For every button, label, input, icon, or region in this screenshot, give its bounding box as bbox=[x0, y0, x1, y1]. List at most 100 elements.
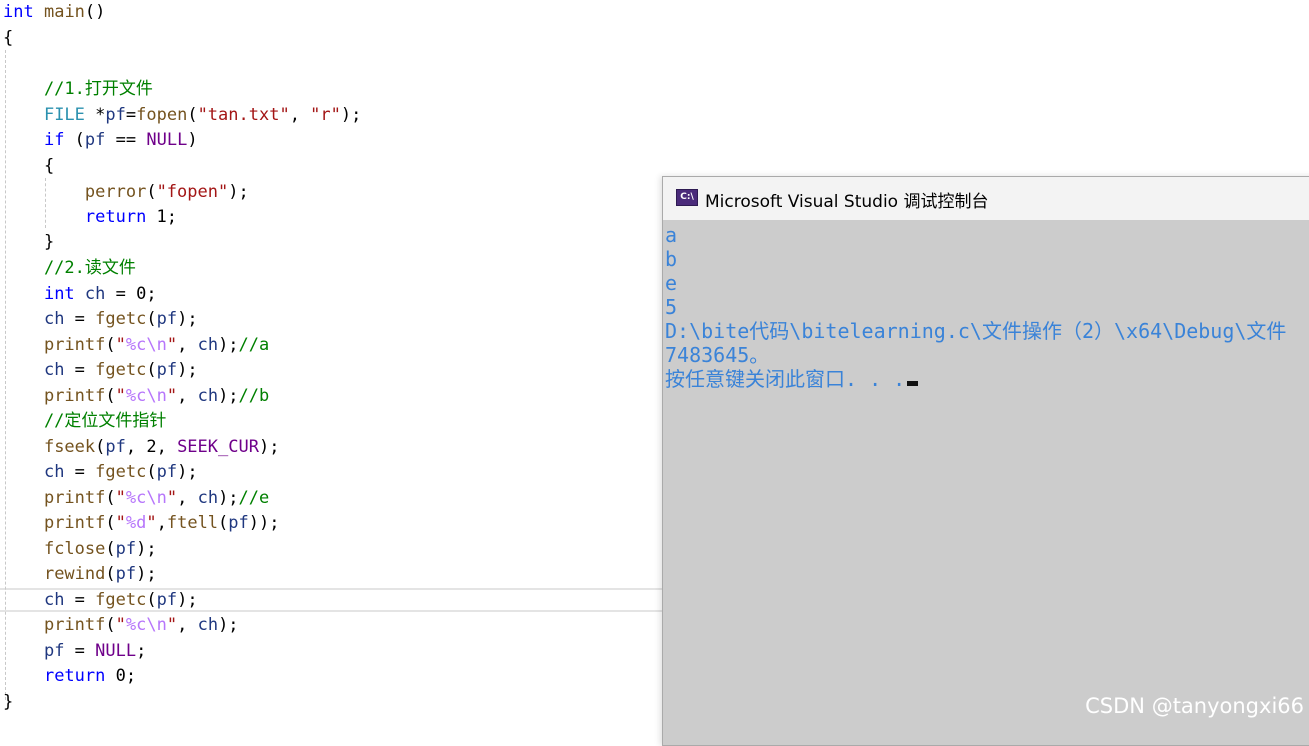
code-line: FILE *pf=fopen("tan.txt", "r"); bbox=[3, 103, 1309, 128]
code-token: ch bbox=[43, 309, 65, 329]
code-token: printf bbox=[43, 488, 106, 508]
code-line: //1.打开文件 bbox=[3, 77, 1309, 102]
code-token: //1.打开文件 bbox=[3, 79, 153, 99]
code-token: SEEK_CUR bbox=[177, 437, 259, 457]
console-output-line: D:\bite代码\bitelearning.c\文件操作（2）\x64\Deb… bbox=[665, 319, 1287, 343]
code-token: %c bbox=[125, 335, 147, 355]
code-token: ( bbox=[146, 309, 157, 329]
code-token: \n bbox=[146, 615, 167, 635]
code-token: //b bbox=[238, 386, 270, 406]
code-token: ); bbox=[177, 360, 198, 380]
code-token: rewind bbox=[43, 564, 106, 584]
code-token: ( bbox=[105, 335, 116, 355]
code-token: ); bbox=[136, 539, 157, 559]
code-token: int bbox=[3, 2, 34, 22]
code-token: = bbox=[125, 105, 137, 125]
code-token: ) bbox=[187, 130, 198, 150]
console-prompt-line: 按任意键关闭此窗口. . . bbox=[665, 367, 1309, 391]
code-token: main bbox=[43, 2, 85, 22]
code-token: \n bbox=[146, 335, 167, 355]
code-token: = bbox=[64, 641, 96, 661]
code-token: pf bbox=[115, 539, 137, 559]
code-token: ); bbox=[177, 309, 198, 329]
code-token: , bbox=[177, 386, 198, 406]
code-token: ( bbox=[187, 105, 198, 125]
code-token: if bbox=[43, 130, 65, 150]
code-line: { bbox=[3, 26, 1309, 51]
code-token: , bbox=[289, 105, 311, 125]
code-token: " bbox=[115, 513, 126, 533]
code-token: //定位文件指针 bbox=[3, 411, 167, 431]
code-token: "r" bbox=[310, 105, 341, 125]
code-token: 1; bbox=[146, 207, 178, 227]
code-token: //e bbox=[238, 488, 270, 508]
code-token: " bbox=[115, 335, 126, 355]
code-token: , 2, bbox=[125, 437, 178, 457]
code-token: " bbox=[115, 488, 126, 508]
code-token: %c bbox=[125, 488, 147, 508]
code-token: ch bbox=[43, 462, 65, 482]
code-token: ( bbox=[146, 182, 157, 202]
code-token: " bbox=[166, 615, 178, 635]
code-token: fopen bbox=[136, 105, 188, 125]
code-token: fgetc bbox=[95, 590, 147, 610]
console-prompt-text: 按任意键关闭此窗口. . . bbox=[665, 367, 906, 391]
console-titlebar[interactable]: C:\ Microsoft Visual Studio 调试控制台 bbox=[663, 177, 1309, 220]
code-token: ( bbox=[146, 462, 157, 482]
code-token: ( bbox=[105, 539, 116, 559]
code-token: } bbox=[3, 692, 14, 712]
code-token: pf bbox=[156, 462, 178, 482]
code-token: ch bbox=[84, 284, 106, 304]
code-token: ch bbox=[43, 360, 65, 380]
code-token: ch bbox=[197, 615, 219, 635]
code-token: , bbox=[177, 335, 198, 355]
code-token: pf bbox=[105, 105, 126, 125]
code-token: { bbox=[3, 156, 55, 176]
code-token: "tan.txt" bbox=[197, 105, 290, 125]
code-token: )); bbox=[248, 513, 280, 533]
code-token: %c bbox=[125, 615, 147, 635]
debug-console-window[interactable]: C:\ Microsoft Visual Studio 调试控制台 a b e … bbox=[662, 176, 1309, 746]
code-token: \n bbox=[146, 386, 167, 406]
code-token: NULL bbox=[95, 641, 137, 661]
code-token: " bbox=[146, 513, 157, 533]
code-token: ch bbox=[43, 590, 65, 610]
watermark: CSDN @tanyongxi66 bbox=[1085, 694, 1304, 718]
code-token: == bbox=[105, 130, 147, 150]
code-token: fseek bbox=[43, 437, 96, 457]
code-token: perror bbox=[84, 182, 147, 202]
code-token: ch bbox=[197, 386, 219, 406]
code-token: fclose bbox=[43, 539, 106, 559]
code-token: return bbox=[43, 666, 106, 686]
code-token: * bbox=[84, 105, 106, 125]
code-token: FILE bbox=[43, 105, 85, 125]
code-token: ( bbox=[105, 386, 116, 406]
code-token: ( bbox=[218, 513, 229, 533]
code-token: = bbox=[64, 309, 96, 329]
code-token: ftell bbox=[166, 513, 219, 533]
code-token: fgetc bbox=[95, 462, 147, 482]
code-token: " bbox=[115, 386, 126, 406]
code-token: } bbox=[3, 232, 55, 252]
code-token: { bbox=[3, 28, 14, 48]
code-token: = bbox=[64, 360, 96, 380]
code-token: ); bbox=[136, 564, 157, 584]
code-token: return bbox=[84, 207, 147, 227]
code-token: ch bbox=[197, 488, 219, 508]
code-token: %c bbox=[125, 386, 147, 406]
code-token: ); bbox=[177, 590, 198, 610]
